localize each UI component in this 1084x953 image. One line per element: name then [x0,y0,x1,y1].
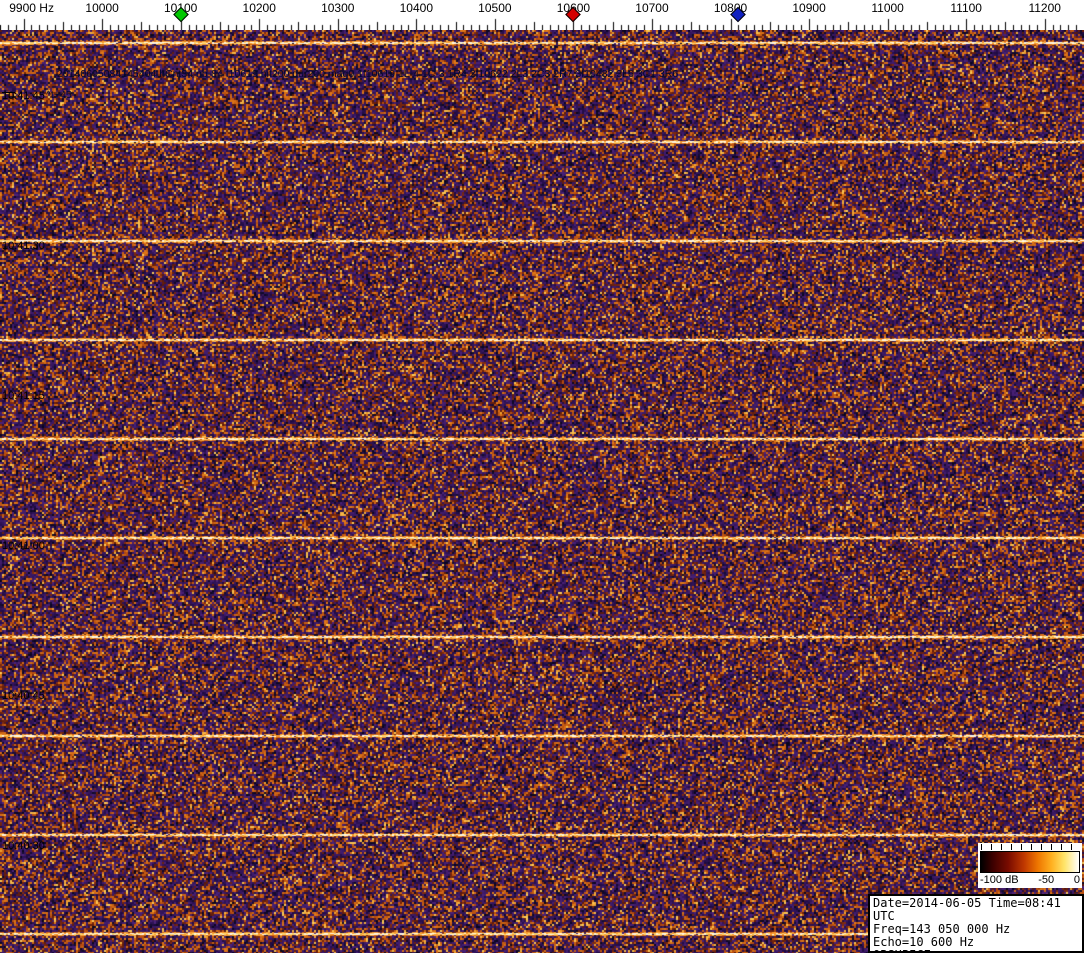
event-detection-text: 20140605084145404 hCnt34 nb-84 f10619 hi… [57,68,679,80]
freq-tick-label: 11100 [950,1,982,15]
colorbar-ticks [981,844,1079,850]
freq-tick-label: 10900 [792,1,826,15]
colorbar-max-label: 0 [1073,874,1080,886]
frequency-ruler: 9900 Hz100001010010200103001040010500106… [0,0,1084,30]
time-tick-label: 10:41:15 [2,390,45,402]
time-offset-label: ^t+45 [46,89,72,101]
time-tick-label: 10:41:30 [2,240,45,252]
freq-tick-label: 11200 [1028,1,1061,15]
colorbar-min-label: -100 dB [980,874,1019,886]
spectrogram-canvas [0,30,1084,953]
colorbar-mid-label: -50 [1038,874,1055,886]
freq-tick-label: 9900 Hz [9,1,54,15]
time-tick-label: 10:40:30 [2,840,45,852]
colorbar-gradient [980,851,1080,873]
freq-tick-label: 10700 [635,1,669,15]
freq-tick-label: 10300 [321,1,355,15]
freq-tick-label: 10000 [85,1,119,15]
time-tick-label: 10:41:45 [2,90,45,102]
colorbar: -100 dB -50 0 [978,843,1082,888]
spectrogram-app: 9900 Hz100001010010200103001040010500106… [0,0,1084,953]
freq-tick-label: 10200 [242,1,276,15]
frequency-tick-canvas [0,0,1084,30]
freq-tick-label: 11000 [871,1,904,15]
info-station-line: OBSUPICE [873,949,1079,953]
colorbar-labels: -100 dB -50 0 [980,873,1080,887]
observation-info-box: Date=2014-06-05 Time=08:41 UTC Freq=143 … [868,894,1084,953]
time-tick-label: 10:40:45 [2,690,45,702]
info-date-line: Date=2014-06-05 Time=08:41 UTC [873,896,1061,923]
freq-tick-label: 10500 [478,1,512,15]
freq-tick-label: 10400 [399,1,433,15]
time-tick-label: 10:41:00 [2,540,45,552]
